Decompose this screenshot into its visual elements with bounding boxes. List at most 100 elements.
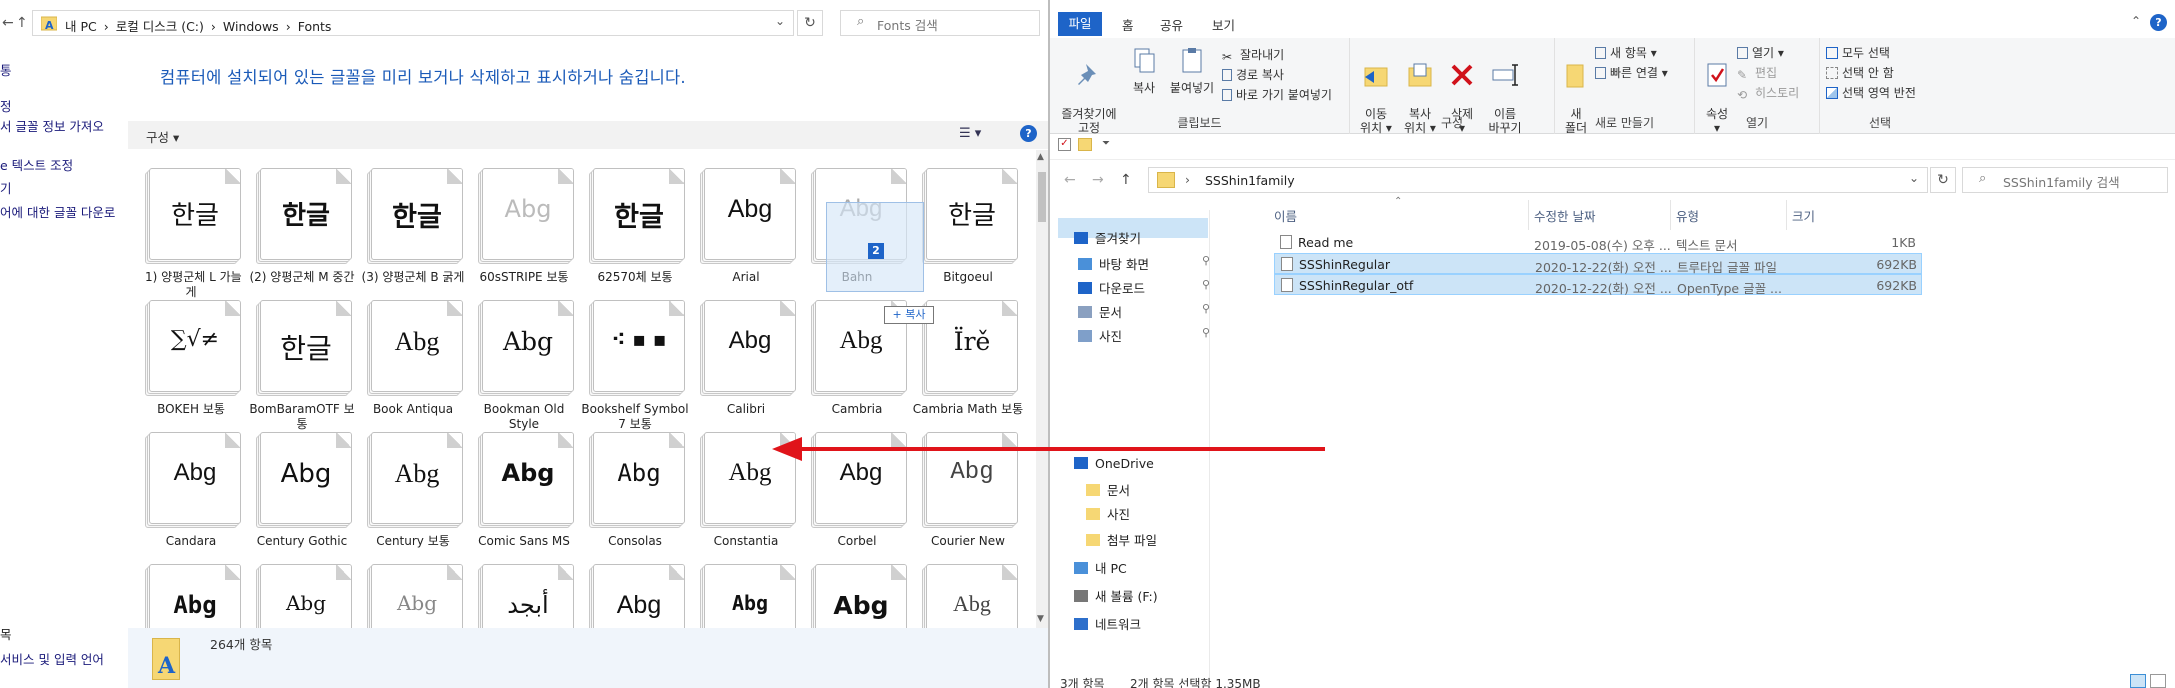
edit-button[interactable]: ✎ 편집 <box>1737 64 1777 82</box>
file-row[interactable]: SSShinRegular_otf 2020-12-22(화) 오전 ... Ope… <box>1274 274 1922 296</box>
font-tile[interactable]: Abg 60sSTRIPE 보통 <box>478 168 589 302</box>
fonts-address-input[interactable]: A 내 PC › 로컬 디스크 (C:) › Windows › Fonts ⌄ <box>32 10 794 36</box>
font-tile[interactable]: Abg Corbel <box>811 432 922 566</box>
font-tile[interactable]: 한글 (2) 양평군체 M 중간 <box>249 168 367 302</box>
nav-item[interactable]: 내 PC <box>1074 558 1127 577</box>
font-tile[interactable]: Abg Calibri <box>700 300 811 434</box>
nav-item[interactable]: 문서 <box>1086 480 1130 499</box>
breadcrumb-item[interactable]: 로컬 디스크 (C:) <box>116 19 204 34</box>
paste-shortcut-button[interactable]: 바로 가기 붙여넣기 <box>1222 86 1332 103</box>
font-tile[interactable]: 한글 (1) 양평군체 L 가늘게 <box>145 168 256 302</box>
font-tile[interactable]: Abg <box>700 564 811 628</box>
easy-access-button[interactable]: 빠른 연결 ▾ <box>1595 64 1668 81</box>
new-item-button[interactable]: 새 항목 ▾ <box>1595 44 1657 61</box>
large-icons-view-button[interactable] <box>2150 674 2166 688</box>
scroll-up-icon[interactable]: ▲ <box>1037 152 1044 162</box>
breadcrumb-separator[interactable]: › <box>211 19 216 34</box>
nav-item[interactable]: 네트워크 <box>1074 614 1141 633</box>
nav-item[interactable]: 새 볼륨 (F:) <box>1074 586 1158 605</box>
font-tile[interactable]: 한글 (3) 양평군체 B 굵게 <box>362 168 478 302</box>
nav-item[interactable]: 바탕 화면 ⚲ <box>1078 254 1210 273</box>
font-tile[interactable]: 한글 BomBaramOTF 보통 <box>249 300 367 434</box>
organize-button[interactable]: 구성 ▾ <box>146 127 179 146</box>
back-arrow-icon[interactable]: ← <box>2 15 14 31</box>
up-arrow-icon[interactable]: ↑ <box>1120 172 1132 188</box>
font-tile[interactable]: Abg <box>589 564 700 628</box>
font-tile[interactable]: أبجد <box>478 564 589 628</box>
tab-file[interactable]: 파일 <box>1058 12 1102 36</box>
column-separator[interactable] <box>1670 200 1671 230</box>
font-tile[interactable]: Abg Century 보통 <box>367 432 478 566</box>
nav-item[interactable]: 즐겨찾기 <box>1074 228 1141 247</box>
cut-button[interactable]: ✂ 잘라내기 <box>1222 46 1284 64</box>
scrollbar-thumb[interactable] <box>1038 172 1046 222</box>
nav-item[interactable]: 첨부 파일 <box>1086 530 1157 549</box>
left-pane-link[interactable]: 정 <box>0 96 12 115</box>
font-tile[interactable]: Abg <box>256 564 367 628</box>
column-separator[interactable] <box>1786 200 1787 230</box>
history-button[interactable]: ⟲ 히스토리 <box>1737 84 1799 102</box>
font-tile[interactable]: Abg Constantia <box>700 432 811 566</box>
font-tile[interactable]: Abg Book Antiqua <box>367 300 478 434</box>
customize-toolbar-icon[interactable]: ⏷ <box>1102 138 1110 149</box>
font-tile[interactable]: Abg Century Gothic <box>256 432 367 566</box>
left-pane-link[interactable]: e 텍스트 조정 <box>0 155 73 174</box>
chevron-down-icon[interactable]: ⌄ <box>1909 171 1919 185</box>
font-tile[interactable]: Abg Comic Sans MS <box>478 432 589 566</box>
forward-arrow-icon[interactable]: → <box>1092 172 1104 188</box>
back-arrow-icon[interactable]: ← <box>1064 172 1076 188</box>
font-tile[interactable]: 한글 62570체 보통 <box>589 168 700 302</box>
collapse-ribbon-icon[interactable]: ⌃ <box>2131 14 2141 28</box>
left-pane-link[interactable]: 서비스 및 입력 언어 <box>0 649 104 668</box>
copy-button[interactable]: 복사 <box>1126 46 1162 96</box>
view-options-button[interactable]: ☰ ▾ <box>959 126 981 141</box>
tab-view[interactable]: 보기 <box>1212 15 1235 34</box>
font-tile[interactable]: Abg Candara <box>145 432 256 566</box>
tab-home[interactable]: 홈 <box>1122 15 1134 34</box>
font-tile[interactable]: Abg Courier New <box>922 432 1033 566</box>
nav-item[interactable]: 사진 ⚲ <box>1078 326 1210 345</box>
file-row[interactable]: SSShinRegular 2020-12-22(화) 오전 ... 트루타입 글꼴… <box>1274 253 1922 275</box>
paste-button[interactable]: 붙여넣기 <box>1168 46 1216 96</box>
left-pane-link[interactable]: 어에 대한 글꼴 다운로 <box>0 202 115 221</box>
nav-item[interactable]: 사진 <box>1086 504 1130 523</box>
font-tile[interactable]: Abg <box>145 564 256 628</box>
column-separator[interactable] <box>1528 200 1529 230</box>
select-all-button[interactable]: 모두 선택 <box>1826 44 1890 61</box>
breadcrumb-separator[interactable]: › <box>104 19 109 34</box>
file-row[interactable]: Read me 2019-05-08(수) 오후 ... 텍스트 문서 1KB <box>1274 232 1922 253</box>
help-icon[interactable]: ? <box>2150 14 2167 31</box>
font-tile[interactable]: Abg <box>811 564 922 628</box>
folder-icon[interactable] <box>1078 138 1092 151</box>
breadcrumb-item[interactable]: 내 PC <box>65 19 97 34</box>
invert-selection-button[interactable]: 선택 영역 반전 <box>1826 84 1916 101</box>
font-tile[interactable]: 한글 Bitgoeul <box>922 168 1033 302</box>
breadcrumb-item[interactable]: Windows <box>223 19 279 34</box>
explorer-address-input[interactable]: › SSShin1family ⌄ <box>1148 167 1928 193</box>
copy-path-button[interactable]: 경로 복사 <box>1222 66 1284 83</box>
nav-item[interactable]: 다운로드 ⚲ <box>1078 278 1210 297</box>
column-header-size[interactable]: 크기 <box>1792 206 1815 225</box>
checkbox-icon[interactable]: ✓ <box>1058 138 1071 151</box>
explorer-search-input[interactable]: ⌕ SSShin1family 검색 <box>1962 167 2168 193</box>
font-tile[interactable]: Abg Bookman Old Style <box>478 300 589 434</box>
nav-item[interactable]: 문서 ⚲ <box>1078 302 1210 321</box>
font-tile[interactable]: Abg Arial <box>700 168 811 302</box>
left-pane-link[interactable]: 기 <box>0 178 12 197</box>
font-tile[interactable]: ∑√≠ BOKEH 보통 <box>145 300 256 434</box>
breadcrumb-separator[interactable]: › <box>286 19 291 34</box>
vertical-scrollbar[interactable]: ▲ ▼ <box>1036 150 1048 628</box>
refresh-button[interactable]: ↻ <box>797 10 823 36</box>
font-tile[interactable]: Abg <box>922 564 1033 628</box>
column-header-name[interactable]: 이름 <box>1274 206 1297 225</box>
left-pane-link[interactable]: 통 <box>0 60 12 79</box>
details-view-button[interactable] <box>2130 674 2146 688</box>
chevron-down-icon[interactable]: ⌄ <box>775 14 785 28</box>
scroll-down-icon[interactable]: ▼ <box>1037 614 1044 624</box>
font-tile[interactable]: ⁖ ▪ ▪ Bookshelf Symbol 7 보통 <box>581 300 700 434</box>
refresh-button[interactable]: ↻ <box>1930 167 1956 193</box>
font-tile[interactable]: Ïrě Cambria Math 보통 <box>913 300 1033 434</box>
select-none-button[interactable]: 선택 안 함 <box>1826 64 1894 81</box>
open-button[interactable]: 열기 ▾ <box>1737 44 1784 61</box>
help-icon[interactable]: ? <box>1020 125 1037 142</box>
